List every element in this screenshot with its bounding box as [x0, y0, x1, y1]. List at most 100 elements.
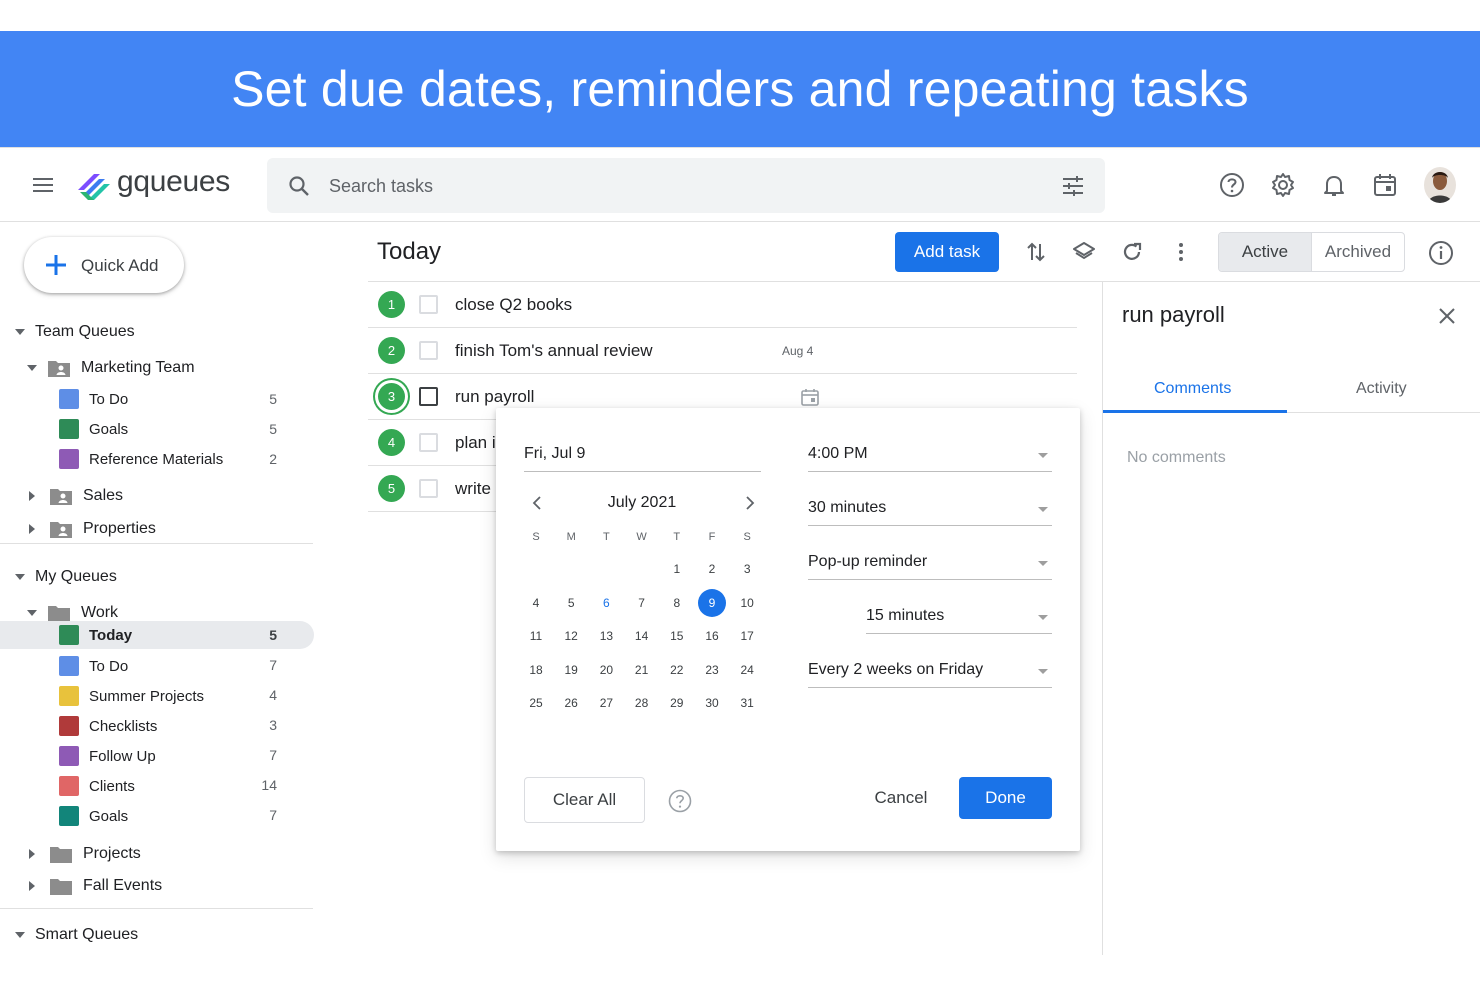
repeat-select[interactable]: Every 2 weeks on Friday — [808, 654, 1052, 688]
quick-add-button[interactable]: Quick Add — [24, 237, 184, 293]
sort-icon[interactable] — [1024, 240, 1048, 264]
sidebar-item-reference-materials[interactable]: Reference Materials — [59, 444, 223, 474]
calendar-day[interactable]: 17 — [732, 629, 762, 643]
calendar-day[interactable]: 13 — [591, 629, 621, 643]
calendar-day[interactable]: 5 — [556, 596, 586, 610]
duration-select[interactable]: 30 minutes — [808, 492, 1052, 526]
sidebar-item-marketing-team[interactable]: Marketing Team — [27, 353, 195, 383]
search-icon[interactable] — [287, 174, 311, 198]
more-vert-icon[interactable] — [1169, 240, 1193, 264]
calendar-day[interactable]: 2 — [697, 562, 727, 576]
calendar-day[interactable]: 12 — [556, 629, 586, 643]
task-title[interactable]: plan i — [455, 433, 496, 453]
date-field[interactable]: Fri, Jul 9 — [524, 438, 761, 472]
help-icon[interactable] — [668, 789, 692, 813]
due-date-calendar-icon[interactable] — [800, 387, 820, 407]
task-title[interactable]: finish Tom's annual review — [455, 341, 653, 361]
calendar-day[interactable]: 7 — [627, 596, 657, 610]
sidebar-item-projects[interactable]: Projects — [29, 839, 141, 869]
reminder-offset-select[interactable]: 15 minutes — [866, 600, 1052, 634]
clear-all-button[interactable]: Clear All — [524, 777, 645, 823]
sidebar-item-todo[interactable]: To Do — [59, 384, 128, 414]
calendar-day[interactable]: 22 — [662, 663, 692, 677]
calendar-day[interactable]: 11 — [521, 629, 551, 643]
task-checkbox[interactable] — [419, 341, 438, 360]
calendar-day[interactable]: 30 — [697, 696, 727, 710]
sidebar-item-checklists[interactable]: Checklists — [59, 711, 157, 741]
calendar-day[interactable]: 24 — [732, 663, 762, 677]
calendar-day[interactable]: 28 — [627, 696, 657, 710]
calendar-day[interactable]: 8 — [662, 596, 692, 610]
calendar-day[interactable]: 20 — [591, 663, 621, 677]
smart-queues-header[interactable]: Smart Queues — [15, 920, 138, 950]
chevron-right-icon[interactable] — [29, 881, 35, 891]
calendar-day[interactable]: 4 — [521, 596, 551, 610]
sidebar-item-today[interactable]: Today — [59, 620, 132, 650]
sidebar-item-goals[interactable]: Goals — [59, 414, 128, 444]
task-title[interactable]: run payroll — [455, 387, 534, 407]
reminder-type-select[interactable]: Pop-up reminder — [808, 546, 1052, 580]
calendar-day[interactable]: 19 — [556, 663, 586, 677]
calendar-day[interactable]: 15 — [662, 629, 692, 643]
chevron-down-icon[interactable] — [15, 932, 25, 938]
settings-gear-icon[interactable] — [1270, 172, 1296, 198]
user-avatar[interactable] — [1424, 167, 1456, 203]
calendar-day[interactable]: 21 — [627, 663, 657, 677]
chevron-down-icon[interactable] — [27, 610, 37, 616]
chevron-right-icon[interactable] — [29, 524, 35, 534]
calendar-day[interactable]: 29 — [662, 696, 692, 710]
sidebar-item-goals[interactable]: Goals — [59, 801, 128, 831]
info-icon[interactable] — [1428, 240, 1454, 266]
calendar-day[interactable]: 26 — [556, 696, 586, 710]
calendar-day[interactable]: 23 — [697, 663, 727, 677]
sidebar-item-sales[interactable]: Sales — [29, 481, 123, 511]
task-checkbox[interactable] — [419, 295, 438, 314]
layers-icon[interactable] — [1072, 240, 1096, 264]
sidebar-item-fall-events[interactable]: Fall Events — [29, 871, 162, 901]
search-input[interactable] — [329, 166, 1029, 206]
sidebar-item-properties[interactable]: Properties — [29, 514, 156, 544]
calendar-day[interactable]: 10 — [732, 596, 762, 610]
chevron-right-icon[interactable] — [29, 849, 35, 859]
chevron-down-icon[interactable] — [27, 365, 37, 371]
calendar-day-selected[interactable]: 9 — [697, 596, 727, 610]
tab-comments[interactable]: Comments — [1154, 380, 1231, 398]
sidebar-item-summer-projects[interactable]: Summer Projects — [59, 681, 204, 711]
calendar-day[interactable]: 31 — [732, 696, 762, 710]
tab-activity[interactable]: Activity — [1356, 380, 1407, 398]
add-task-button[interactable]: Add task — [895, 232, 999, 272]
calendar-icon[interactable] — [1372, 172, 1398, 198]
chevron-right-icon[interactable] — [740, 494, 758, 512]
calendar-day[interactable]: 25 — [521, 696, 551, 710]
chevron-right-icon[interactable] — [29, 491, 35, 501]
cancel-button[interactable]: Cancel — [856, 777, 946, 819]
task-row[interactable]: 2 finish Tom's annual review Aug 4 — [368, 328, 1077, 374]
done-button[interactable]: Done — [959, 777, 1052, 819]
notifications-bell-icon[interactable] — [1321, 172, 1347, 198]
team-queues-header[interactable]: Team Queues — [15, 317, 135, 347]
calendar-day[interactable]: 1 — [662, 562, 692, 576]
close-icon[interactable] — [1437, 306, 1457, 326]
task-title[interactable]: close Q2 books — [455, 295, 572, 315]
sidebar-item-todo[interactable]: To Do — [59, 651, 128, 681]
refresh-icon[interactable] — [1120, 240, 1144, 264]
calendar-day[interactable]: 18 — [521, 663, 551, 677]
calendar-day[interactable]: 3 — [732, 562, 762, 576]
sidebar-item-follow-up[interactable]: Follow Up — [59, 741, 156, 771]
chevron-down-icon[interactable] — [15, 329, 25, 335]
time-select[interactable]: 4:00 PM — [808, 438, 1052, 472]
task-checkbox[interactable] — [419, 387, 438, 406]
calendar-day[interactable]: 27 — [591, 696, 621, 710]
archived-toggle[interactable]: Archived — [1312, 233, 1404, 271]
calendar-day[interactable]: 14 — [627, 629, 657, 643]
task-row[interactable]: 1 close Q2 books — [368, 282, 1077, 328]
my-queues-header[interactable]: My Queues — [15, 562, 117, 592]
calendar-day[interactable]: 16 — [697, 629, 727, 643]
task-title[interactable]: write — [455, 479, 491, 499]
task-checkbox[interactable] — [419, 433, 438, 452]
sidebar-item-clients[interactable]: Clients — [59, 771, 135, 801]
menu-icon[interactable] — [33, 178, 53, 192]
calendar-day[interactable]: 6 — [591, 596, 621, 610]
help-icon[interactable] — [1219, 172, 1245, 198]
search-options-icon[interactable] — [1061, 175, 1085, 197]
